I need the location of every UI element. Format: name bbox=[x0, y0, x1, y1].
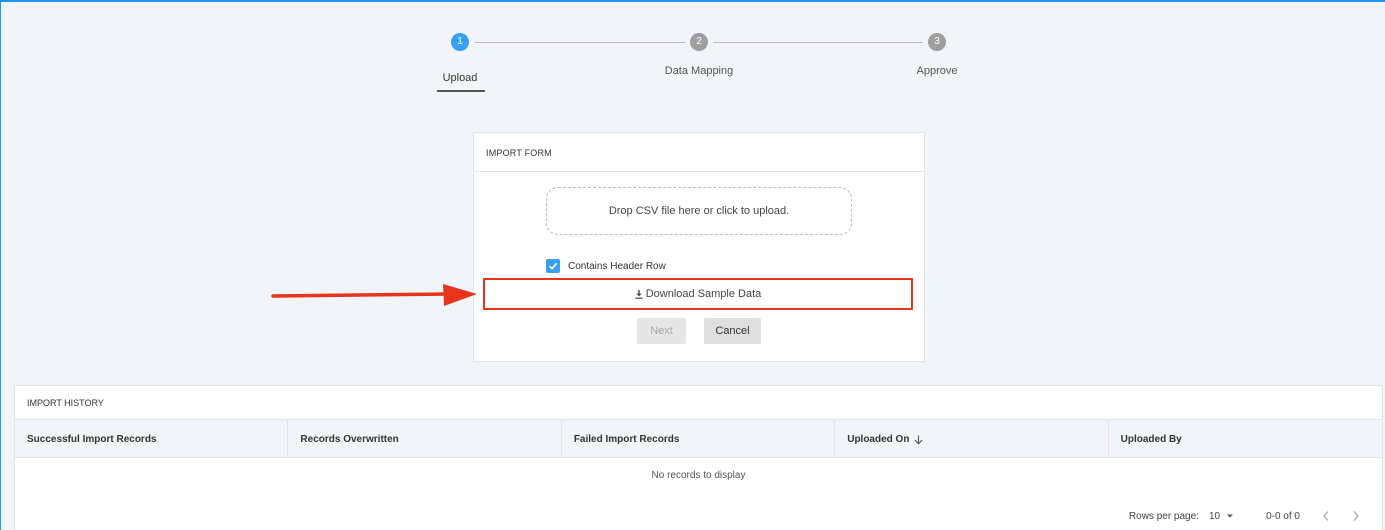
rows-per-page-select[interactable]: 10 bbox=[1209, 511, 1236, 522]
column-header-label: Uploaded On bbox=[847, 434, 910, 445]
column-header-label: Successful Import Records bbox=[27, 434, 157, 445]
step-3-label[interactable]: Approve bbox=[877, 65, 997, 77]
header-row-option[interactable]: Contains Header Row bbox=[546, 259, 666, 273]
step-2-indicator: 2 bbox=[690, 33, 708, 51]
column-header-successful[interactable]: Successful Import Records bbox=[15, 420, 289, 457]
header-row-label: Contains Header Row bbox=[568, 260, 666, 272]
column-header-overwritten[interactable]: Records Overwritten bbox=[288, 420, 562, 457]
pagination: Rows per page: 10 0-0 of 0 bbox=[1129, 506, 1382, 526]
step-connector-2 bbox=[713, 42, 923, 43]
rows-per-page-label: Rows per page: bbox=[1128, 510, 1199, 522]
column-header-uploaded-by[interactable]: Uploaded By bbox=[1109, 420, 1382, 457]
download-sample-data-label: Download Sample Data bbox=[645, 288, 762, 300]
rows-per-page-value: 10 bbox=[1208, 510, 1221, 522]
previous-page-button[interactable] bbox=[1322, 510, 1336, 522]
history-table-header: Successful Import Records Records Overwr… bbox=[15, 419, 1382, 458]
sort-descending-icon[interactable] bbox=[914, 435, 923, 445]
column-header-label: Uploaded By bbox=[1120, 434, 1182, 445]
next-button[interactable]: Next bbox=[637, 318, 686, 344]
step-connector-1 bbox=[475, 42, 685, 43]
csv-dropzone[interactable]: Drop CSV file here or click to upload. bbox=[546, 187, 852, 235]
active-step-underline bbox=[437, 90, 485, 92]
step-1-label[interactable]: Upload bbox=[400, 72, 520, 84]
page-range: 0-0 of 0 bbox=[1266, 510, 1300, 522]
import-form-card: IMPORT FORM Drop CSV file here or click … bbox=[473, 132, 925, 362]
import-history-panel: IMPORT HISTORY Successful Import Records… bbox=[14, 385, 1383, 530]
download-icon bbox=[635, 289, 643, 299]
column-header-label: Records Overwritten bbox=[300, 434, 399, 445]
annotation-arrow-icon bbox=[271, 284, 477, 306]
chevron-down-icon bbox=[1227, 514, 1234, 518]
download-sample-data-button[interactable]: Download Sample Data bbox=[483, 278, 913, 310]
step-1-indicator: 1 bbox=[451, 33, 469, 51]
column-header-uploaded-on[interactable]: Uploaded On bbox=[835, 420, 1109, 457]
column-header-label: Failed Import Records bbox=[573, 434, 680, 445]
chevron-left-icon bbox=[1323, 511, 1329, 521]
import-stepper: 1 2 3 Upload Data Mapping Approve bbox=[1, 2, 1385, 102]
cancel-button[interactable]: Cancel bbox=[704, 318, 761, 344]
checkmark-icon bbox=[548, 262, 558, 270]
empty-table-message: No records to display bbox=[651, 470, 746, 481]
chevron-right-icon bbox=[1353, 511, 1359, 521]
step-3-indicator: 3 bbox=[928, 33, 946, 51]
import-history-title: IMPORT HISTORY bbox=[27, 398, 104, 408]
next-page-button[interactable] bbox=[1352, 510, 1366, 522]
import-form-title: IMPORT FORM bbox=[474, 133, 924, 172]
column-header-failed[interactable]: Failed Import Records bbox=[562, 420, 836, 457]
header-row-checkbox[interactable] bbox=[546, 259, 560, 273]
step-2-label[interactable]: Data Mapping bbox=[639, 65, 759, 77]
